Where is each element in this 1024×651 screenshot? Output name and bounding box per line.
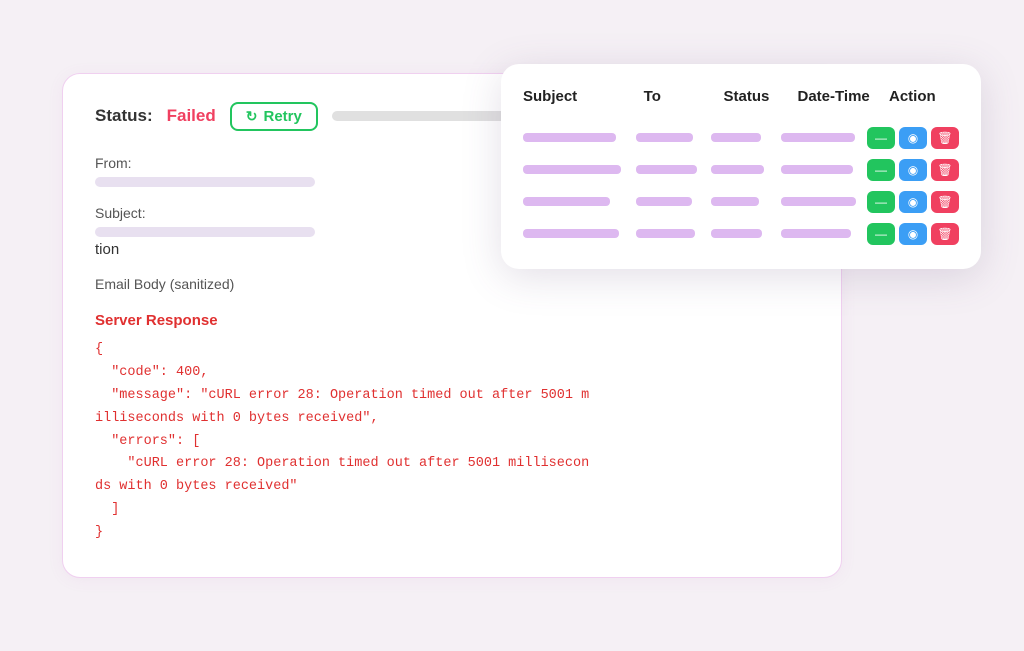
server-response-code: { "code": 400, "message": "cURL error 28…	[95, 339, 809, 545]
cell-status	[711, 229, 777, 238]
action-group: — ◉ 🗑	[867, 127, 959, 149]
table-row: — ◉ 🗑	[523, 159, 959, 181]
cell-status	[711, 197, 777, 206]
page-wrapper: Status: Failed ↻ Retry From: Subject: ti…	[62, 73, 962, 578]
cell-status	[711, 165, 777, 174]
resend-button[interactable]: —	[867, 127, 895, 149]
delete-button[interactable]: 🗑	[931, 127, 959, 149]
status-value: Failed	[167, 106, 216, 126]
table-data-rows: — ◉ 🗑 — ◉ 🗑	[523, 127, 959, 245]
cell-to	[636, 165, 707, 174]
cell-datetime	[781, 229, 863, 238]
retry-label: Retry	[263, 108, 301, 125]
cell-datetime	[781, 133, 863, 142]
view-button[interactable]: ◉	[899, 223, 927, 245]
from-value-bar	[95, 177, 315, 187]
cell-status	[711, 133, 777, 142]
cell-datetime	[781, 165, 863, 174]
col-to: To	[644, 88, 720, 105]
retry-button[interactable]: ↻ Retry	[230, 102, 318, 131]
table-card: Subject To Status Date-Time Action — ◉ 🗑	[501, 64, 981, 269]
table-row: — ◉ 🗑	[523, 127, 959, 149]
server-response-section: Server Response { "code": 400, "message"…	[95, 312, 809, 545]
cell-datetime	[781, 197, 863, 206]
cell-to	[636, 133, 707, 142]
delete-button[interactable]: 🗑	[931, 191, 959, 213]
delete-button[interactable]: 🗑	[931, 223, 959, 245]
col-status: Status	[724, 88, 794, 105]
view-button[interactable]: ◉	[899, 159, 927, 181]
cell-to	[636, 229, 707, 238]
cell-subject	[523, 133, 632, 142]
resend-button[interactable]: —	[867, 191, 895, 213]
view-button[interactable]: ◉	[899, 191, 927, 213]
action-group: — ◉ 🗑	[867, 159, 959, 181]
cell-subject	[523, 165, 632, 174]
action-group: — ◉ 🗑	[867, 191, 959, 213]
action-group: — ◉ 🗑	[867, 223, 959, 245]
email-body-label: Email Body (sanitized)	[95, 276, 809, 292]
status-label: Status:	[95, 106, 153, 126]
resend-button[interactable]: —	[867, 223, 895, 245]
resend-button[interactable]: —	[867, 159, 895, 181]
col-datetime: Date-Time	[798, 88, 886, 105]
table-row: — ◉ 🗑	[523, 191, 959, 213]
cell-subject	[523, 229, 632, 238]
col-action: Action	[889, 88, 959, 105]
retry-icon: ↻	[246, 108, 258, 125]
delete-button[interactable]: 🗑	[931, 159, 959, 181]
cell-to	[636, 197, 707, 206]
main-card: Status: Failed ↻ Retry From: Subject: ti…	[62, 73, 842, 578]
cell-subject	[523, 197, 632, 206]
col-subject: Subject	[523, 88, 640, 105]
subject-bar	[95, 227, 315, 237]
table-header-row: Subject To Status Date-Time Action	[523, 88, 959, 113]
table-row: — ◉ 🗑	[523, 223, 959, 245]
view-button[interactable]: ◉	[899, 127, 927, 149]
server-response-title: Server Response	[95, 312, 809, 329]
